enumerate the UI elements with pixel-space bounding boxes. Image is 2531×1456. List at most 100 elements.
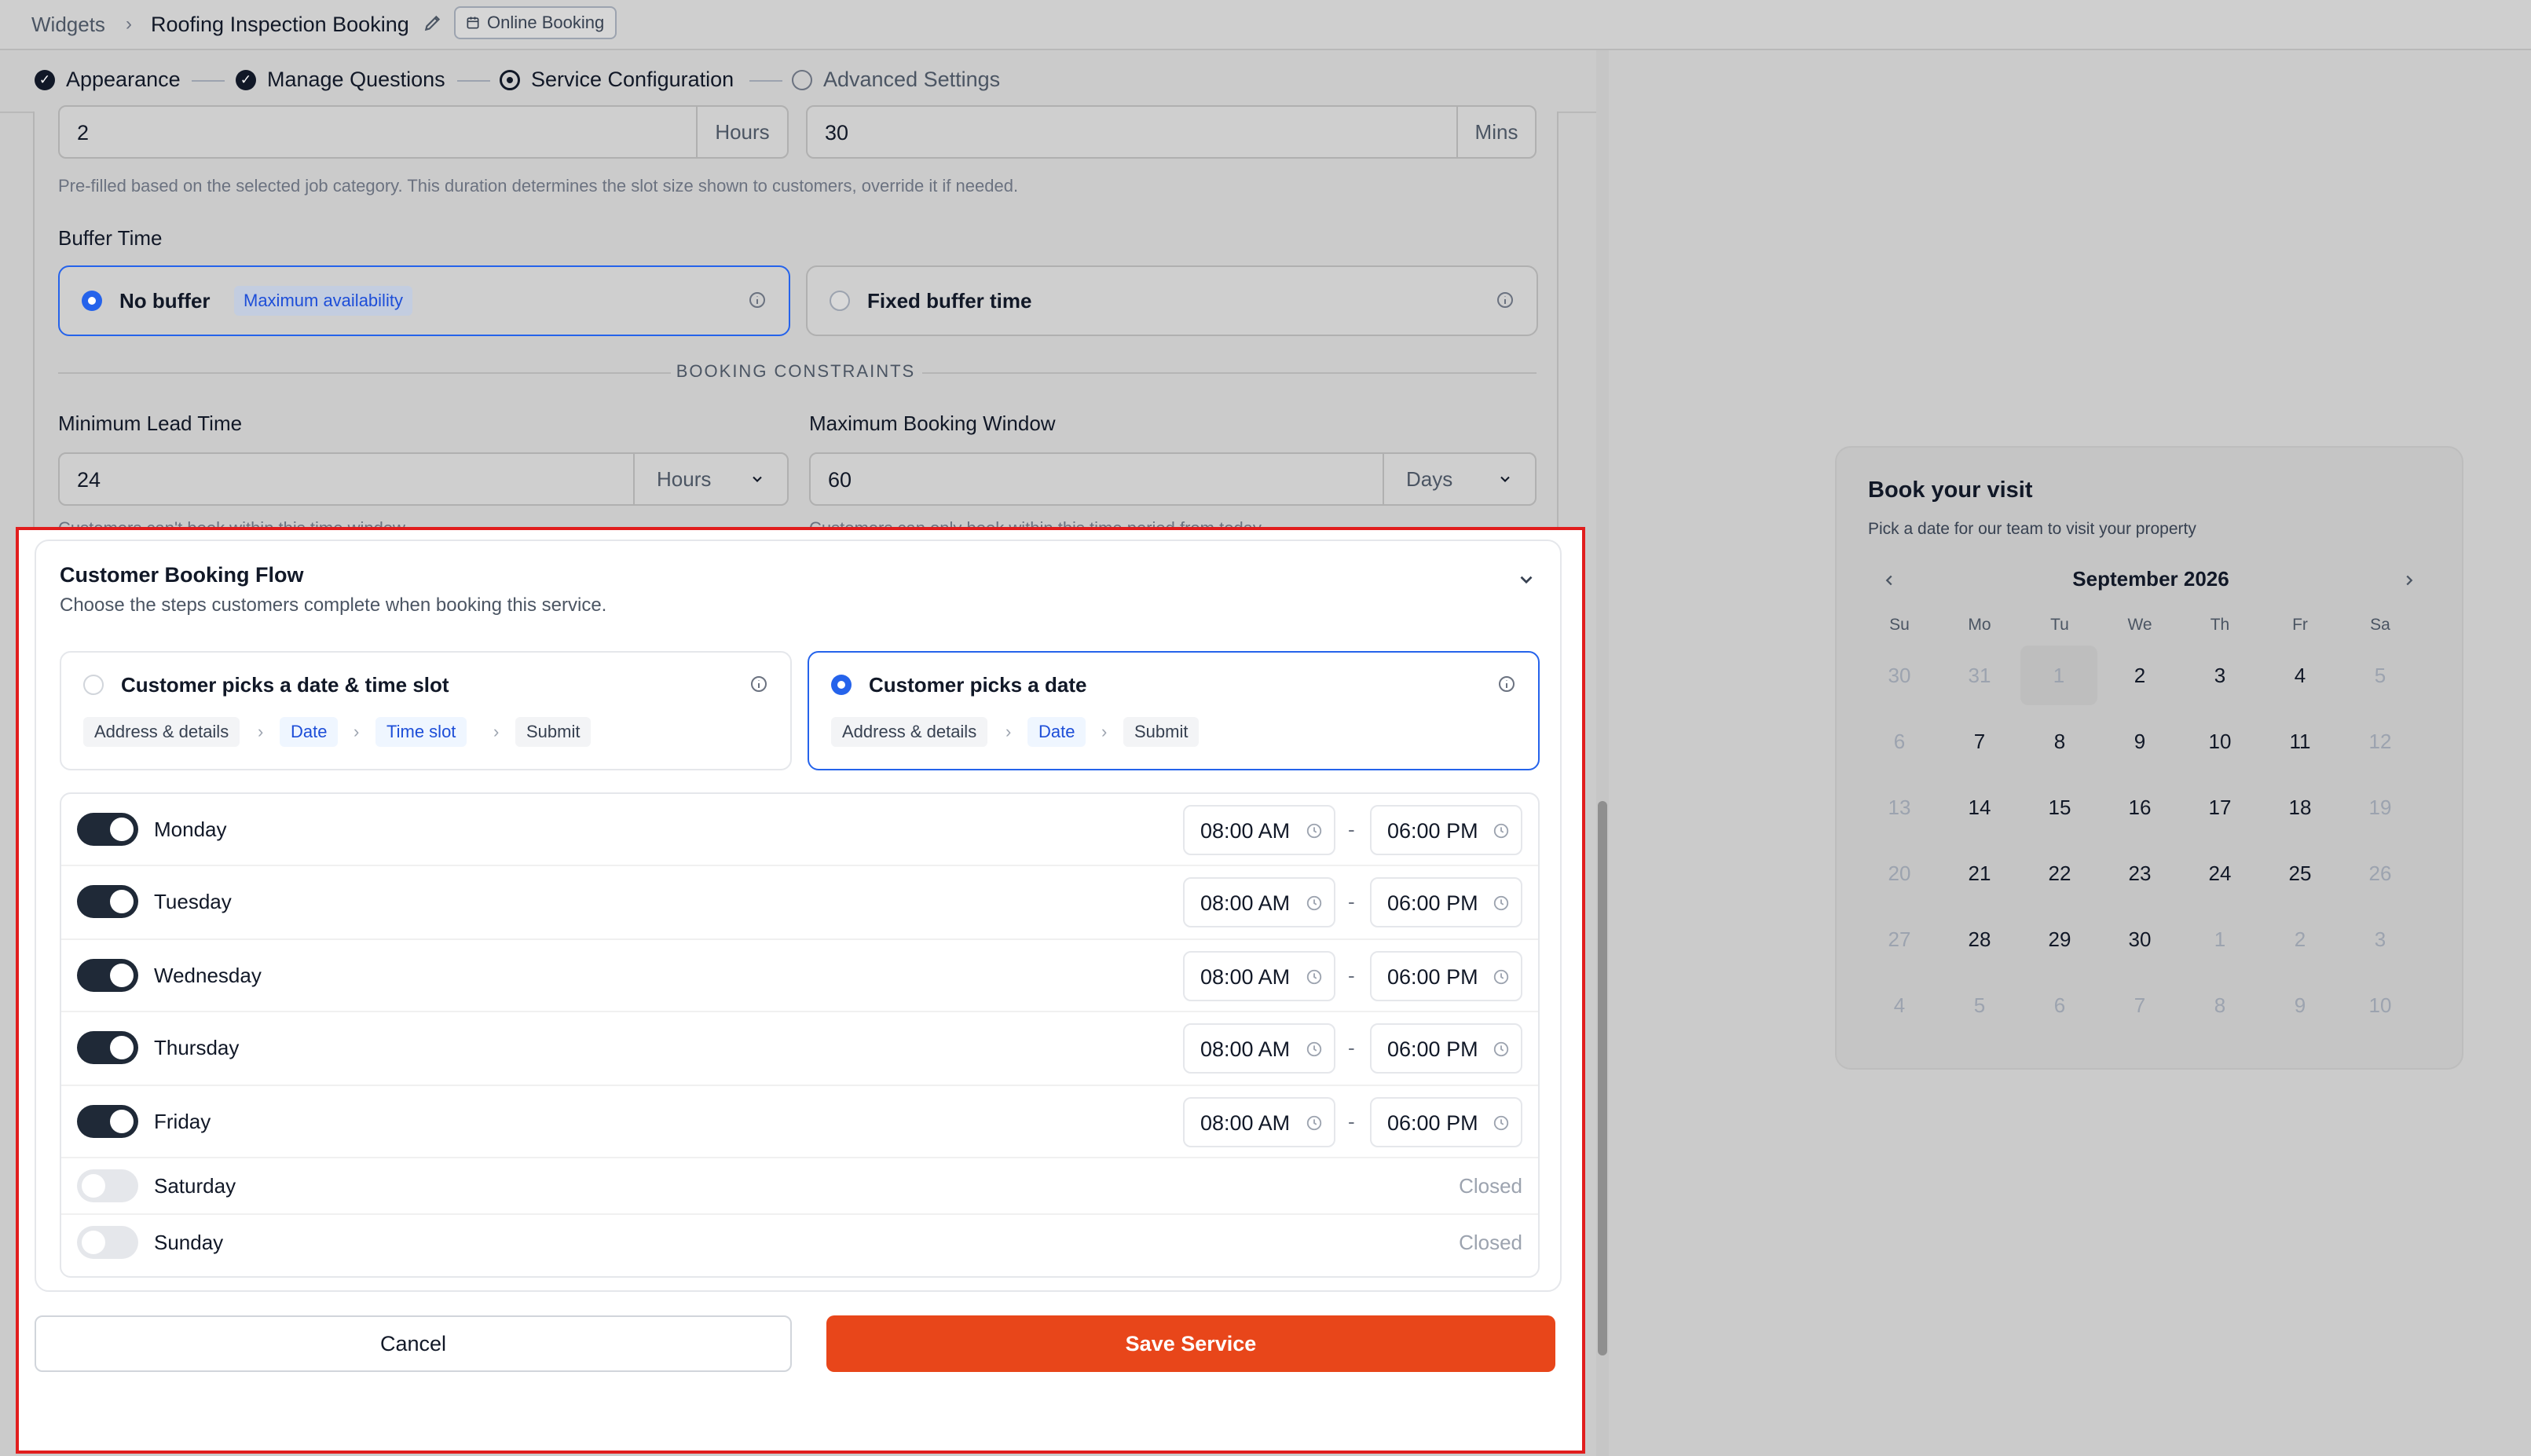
calendar-day[interactable]: 18 <box>2261 777 2339 837</box>
calendar-day: 12 <box>2368 730 2392 753</box>
day-row-sunday: Sunday Closed <box>61 1215 1538 1276</box>
info-icon[interactable] <box>1497 675 1516 693</box>
calendar-day[interactable]: 28 <box>1940 909 2019 969</box>
day-name: Monday <box>154 818 227 841</box>
radio-selected[interactable] <box>82 291 102 311</box>
end-time-input[interactable]: 06:00 PM <box>1370 951 1522 1001</box>
duration-hours-field[interactable]: 2 Hours <box>58 105 789 159</box>
time-range-separator: - <box>1348 964 1355 987</box>
info-icon[interactable] <box>748 291 767 309</box>
calendar-day[interactable]: 4 <box>2261 646 2339 705</box>
buffer-option-label: No buffer <box>119 289 211 313</box>
info-icon[interactable] <box>1496 291 1515 309</box>
clock-icon <box>1493 1041 1509 1057</box>
end-time-value: 06:00 PM <box>1387 1037 1478 1061</box>
weekday-header: Fr <box>2292 616 2308 634</box>
calendar-icon <box>467 16 479 29</box>
mode-date-and-time-slot[interactable]: Customer picks a date & time slot Addres… <box>60 651 792 770</box>
calendar-day[interactable]: 23 <box>2101 843 2179 903</box>
day-name: Saturday <box>154 1174 236 1198</box>
booking-window-unit-label: Days <box>1406 466 1453 491</box>
scrollbar-thumb[interactable] <box>1598 801 1607 1355</box>
mode-date-only[interactable]: Customer picks a date Address & details … <box>808 651 1540 770</box>
save-service-button[interactable]: Save Service <box>826 1315 1555 1372</box>
badge-label: Online Booking <box>487 13 605 32</box>
breadcrumb-widgets[interactable]: Widgets <box>31 13 105 37</box>
step-label: Advanced Settings <box>823 68 1001 91</box>
lead-time-unit-select[interactable]: Hours <box>633 454 787 504</box>
start-time-input[interactable]: 08:00 AM <box>1183 951 1335 1001</box>
duration-help-text: Pre-filled based on the selected job cat… <box>58 176 1019 196</box>
maximum-booking-window-field[interactable]: 60 Days <box>809 452 1537 506</box>
radio-unselected[interactable] <box>83 675 104 695</box>
step-label: Manage Questions <box>267 68 445 91</box>
end-time-value: 06:00 PM <box>1387 965 1478 989</box>
start-time-input[interactable]: 08:00 AM <box>1183 877 1335 927</box>
day-row-wednesday: Wednesday 08:00 AM - 06:00 PM <box>61 940 1538 1012</box>
calendar-day[interactable]: 30 <box>2101 909 2179 969</box>
minimum-lead-time-field[interactable]: 24 Hours <box>58 452 789 506</box>
pencil-icon[interactable] <box>423 13 443 33</box>
calendar-day[interactable]: 3 <box>2181 646 2259 705</box>
calendar-day[interactable]: 11 <box>2261 712 2339 771</box>
step-appearance[interactable]: ✓ Appearance <box>35 68 181 92</box>
radio-unselected[interactable] <box>830 291 850 311</box>
calendar-day[interactable]: 25 <box>2261 843 2339 903</box>
duration-mins-field[interactable]: 30 Mins <box>806 105 1537 159</box>
day-toggle[interactable] <box>77 1169 138 1202</box>
time-range-separator: - <box>1348 890 1355 913</box>
buffer-option-fixed[interactable]: Fixed buffer time <box>806 265 1538 336</box>
highlighted-booking-flow-region: Customer Booking Flow Choose the steps c… <box>16 527 1585 1454</box>
day-name: Friday <box>154 1110 211 1133</box>
mode-label: Customer picks a date <box>869 673 1087 697</box>
weekday-header: We <box>2127 616 2152 634</box>
weekday-header: Mo <box>1968 616 1991 634</box>
calendar-day[interactable]: 10 <box>2181 712 2259 771</box>
day-toggle[interactable] <box>77 1226 138 1259</box>
step-advanced-settings[interactable]: Advanced Settings <box>792 68 1000 92</box>
calendar-day[interactable]: 7 <box>1940 712 2019 771</box>
step-manage-questions[interactable]: ✓ Manage Questions <box>236 68 445 92</box>
calendar-day[interactable]: 8 <box>2020 712 2099 771</box>
start-time-input[interactable]: 08:00 AM <box>1183 1097 1335 1147</box>
calendar-day[interactable]: 16 <box>2101 777 2179 837</box>
end-time-input[interactable]: 06:00 PM <box>1370 1023 1522 1074</box>
day-toggle[interactable] <box>77 813 138 846</box>
start-time-input[interactable]: 08:00 AM <box>1183 1023 1335 1074</box>
start-time-input[interactable]: 08:00 AM <box>1183 805 1335 855</box>
end-time-input[interactable]: 06:00 PM <box>1370 877 1522 927</box>
calendar-day[interactable]: 29 <box>2020 909 2099 969</box>
end-time-input[interactable]: 06:00 PM <box>1370 1097 1522 1147</box>
calendar-day[interactable]: 2 <box>2101 646 2179 705</box>
cancel-button[interactable]: Cancel <box>35 1315 792 1372</box>
booking-window-unit-select[interactable]: Days <box>1383 454 1535 504</box>
calendar-day[interactable]: 24 <box>2181 843 2259 903</box>
calendar-day[interactable]: 14 <box>1940 777 2019 837</box>
calendar-day[interactable]: 9 <box>2101 712 2179 771</box>
calendar-day[interactable]: 21 <box>1940 843 2019 903</box>
start-time-value: 08:00 AM <box>1200 965 1291 989</box>
calendar-day[interactable]: 17 <box>2181 777 2259 837</box>
calendar-day[interactable]: 22 <box>2020 843 2099 903</box>
clock-icon <box>1306 1041 1322 1057</box>
chevron-down-icon[interactable] <box>1516 569 1537 590</box>
booking-constraints-heading: BOOKING CONSTRAINTS <box>676 361 916 381</box>
day-toggle[interactable] <box>77 959 138 992</box>
maximum-booking-window-value: 60 <box>828 468 852 492</box>
step-connector <box>457 80 490 82</box>
info-icon[interactable] <box>749 675 768 693</box>
stepper: ✓ Appearance ✓ Manage Questions Service … <box>0 50 1609 113</box>
calendar-day[interactable]: 15 <box>2020 777 2099 837</box>
day-toggle[interactable] <box>77 885 138 918</box>
step-service-configuration[interactable]: Service Configuration <box>500 68 734 92</box>
buffer-option-none[interactable]: No buffer Maximum availability <box>58 265 790 336</box>
maximum-booking-window-label: Maximum Booking Window <box>809 412 1056 435</box>
radio-selected[interactable] <box>831 675 852 695</box>
day-toggle[interactable] <box>77 1031 138 1064</box>
chevron-right-icon[interactable] <box>2401 572 2418 589</box>
end-time-input[interactable]: 06:00 PM <box>1370 805 1522 855</box>
flow-step-chip: Date <box>280 717 339 747</box>
calendar-month-label: September 2026 <box>2072 567 2229 591</box>
calendar-day: 20 <box>1888 862 1911 885</box>
day-toggle[interactable] <box>77 1105 138 1138</box>
